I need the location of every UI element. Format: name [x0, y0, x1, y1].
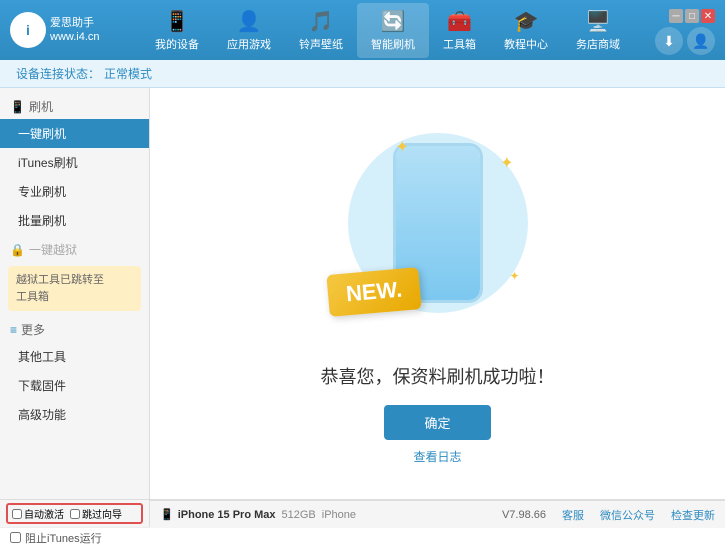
sidebar-item-pro-flash[interactable]: 专业刷机	[0, 177, 149, 206]
sidebar-section-more: ≡ 更多	[0, 315, 149, 342]
app-name: 爱思助手	[50, 16, 100, 30]
logo-icon: i	[10, 12, 46, 48]
sidebar-item-download-firmware[interactable]: 下载固件	[0, 371, 149, 400]
more-label: 更多	[21, 321, 45, 338]
skip-guide-label[interactable]: 跳过向导	[70, 506, 122, 521]
nav-service[interactable]: 🖥️ 务店商域	[562, 3, 634, 58]
logo-area: i 爱思助手 www.i4.cn	[10, 12, 120, 48]
sidebar-section-flash: 📱 刷机	[0, 92, 149, 119]
customer-service-link[interactable]: 客服	[562, 507, 584, 523]
nav-label-toolbox: 工具箱	[443, 36, 476, 52]
nav-label-flash: 智能刷机	[371, 36, 415, 52]
top-status-bar: 设备连接状态： 正常模式	[0, 60, 725, 88]
device-icon-bottom: 📱	[160, 508, 174, 521]
checkbox-device-container: 自动激活 跳过向导	[6, 503, 143, 524]
sidebar: 📱 刷机 一键刷机 iTunes刷机 专业刷机 批量刷机 🔒 一键越狱 越狱工具…	[0, 88, 150, 499]
bottom-bar: 📱 iPhone 15 Pro Max 512GB iPhone V7.98.6…	[150, 500, 725, 528]
app-icon: 👤	[237, 9, 262, 34]
maximize-btn[interactable]: □	[685, 9, 699, 23]
sidebar-notice: 越狱工具已跳转至工具箱	[8, 266, 141, 311]
sidebar-section-jailbreak: 🔒 一键越狱	[0, 235, 149, 262]
app-url: www.i4.cn	[50, 30, 100, 44]
nav-label-tutorials: 教程中心	[504, 36, 548, 52]
download-btn[interactable]: ⬇	[655, 27, 683, 55]
nav-label-ringtone: 铃声壁纸	[299, 36, 343, 52]
nav-toolbox[interactable]: 🧰 工具箱	[429, 3, 490, 58]
itunes-text: 阻止iTunes运行	[25, 530, 102, 546]
window-controls: ─ □ ✕	[669, 9, 715, 23]
jailbreak-label: 一键越狱	[29, 241, 77, 258]
flash-section-icon: 📱	[10, 100, 25, 114]
sidebar-item-advanced[interactable]: 高级功能	[0, 400, 149, 429]
bottom-right: V7.98.66 客服 微信公众号 检查更新	[502, 507, 715, 523]
log-link[interactable]: 查看日志	[413, 448, 461, 465]
itunes-checkbox[interactable]	[10, 532, 21, 543]
nav-label-service: 务店商域	[576, 36, 620, 52]
sidebar-item-other-tools[interactable]: 其他工具	[0, 342, 149, 371]
nav-app-games[interactable]: 👤 应用游戏	[213, 3, 285, 58]
itunes-bar: 阻止iTunes运行	[0, 527, 725, 547]
sparkle-3: ✦	[509, 269, 519, 283]
nav-tutorials[interactable]: 🎓 教程中心	[490, 3, 562, 58]
minimize-btn[interactable]: ─	[669, 9, 683, 23]
bottom-device-area: 自动激活 跳过向导 📱 iPhone 15 Pro Max 512GB iPho…	[0, 499, 725, 527]
status-value: 正常模式	[104, 65, 152, 82]
device-storage: 512GB	[282, 509, 316, 521]
check-update-link[interactable]: 检查更新	[671, 507, 715, 523]
confirm-button[interactable]: 确定	[384, 405, 490, 440]
sparkle-1: ✦	[396, 137, 409, 157]
device-type: iPhone	[322, 509, 356, 521]
user-btn[interactable]: 👤	[687, 27, 715, 55]
lock-icon: 🔒	[10, 243, 25, 257]
nav-my-device[interactable]: 📱 我的设备	[141, 3, 213, 58]
nav-bar: 📱 我的设备 👤 应用游戏 🎵 铃声壁纸 🔄 智能刷机 🧰 工具箱 🎓 教程中心…	[120, 3, 655, 58]
itunes-label[interactable]: 阻止iTunes运行	[10, 530, 102, 546]
logo-text: 爱思助手 www.i4.cn	[50, 16, 100, 45]
nav-label-device: 我的设备	[155, 36, 199, 52]
sparkle-2: ✦	[500, 153, 513, 173]
nav-smart-flash[interactable]: 🔄 智能刷机	[357, 3, 429, 58]
content-area: ✦ ✦ ✦ NEW. 恭喜您，保资料刷机成功啦！ 确定 查看日志	[150, 88, 725, 499]
flash-section-label: 刷机	[29, 98, 53, 115]
device-icon: 📱	[165, 9, 190, 34]
flash-icon: 🔄	[381, 9, 406, 34]
ringtone-icon: 🎵	[309, 9, 334, 34]
nav-label-app: 应用游戏	[227, 36, 271, 52]
nav-ringtone[interactable]: 🎵 铃声壁纸	[285, 3, 357, 58]
device-name: iPhone 15 Pro Max	[178, 509, 276, 521]
auto-activate-label[interactable]: 自动激活	[12, 506, 64, 521]
version-label: V7.98.66	[502, 509, 546, 521]
more-icon: ≡	[10, 323, 17, 337]
auto-activate-checkbox[interactable]	[12, 509, 22, 519]
sidebar-item-one-click-flash[interactable]: 一键刷机	[0, 119, 149, 148]
sidebar-item-batch-flash[interactable]: 批量刷机	[0, 206, 149, 235]
sidebar-item-itunes-flash[interactable]: iTunes刷机	[0, 148, 149, 177]
new-badge: NEW.	[326, 267, 422, 317]
main-layout: 📱 刷机 一键刷机 iTunes刷机 专业刷机 批量刷机 🔒 一键越狱 越狱工具…	[0, 88, 725, 499]
skip-guide-checkbox[interactable]	[70, 509, 80, 519]
phone-illustration: ✦ ✦ ✦ NEW.	[338, 123, 538, 343]
sidebar-bottom: 自动激活 跳过向导	[0, 500, 150, 527]
toolbox-icon: 🧰	[447, 9, 472, 34]
header: i 爱思助手 www.i4.cn 📱 我的设备 👤 应用游戏 🎵 铃声壁纸 🔄 …	[0, 0, 725, 60]
wechat-link[interactable]: 微信公众号	[600, 507, 655, 523]
close-btn[interactable]: ✕	[701, 9, 715, 23]
tutorials-icon: 🎓	[514, 9, 539, 34]
success-title: 恭喜您，保资料刷机成功啦！	[321, 363, 555, 389]
service-icon: 🖥️	[586, 9, 611, 34]
status-prefix: 设备连接状态：	[16, 65, 100, 82]
